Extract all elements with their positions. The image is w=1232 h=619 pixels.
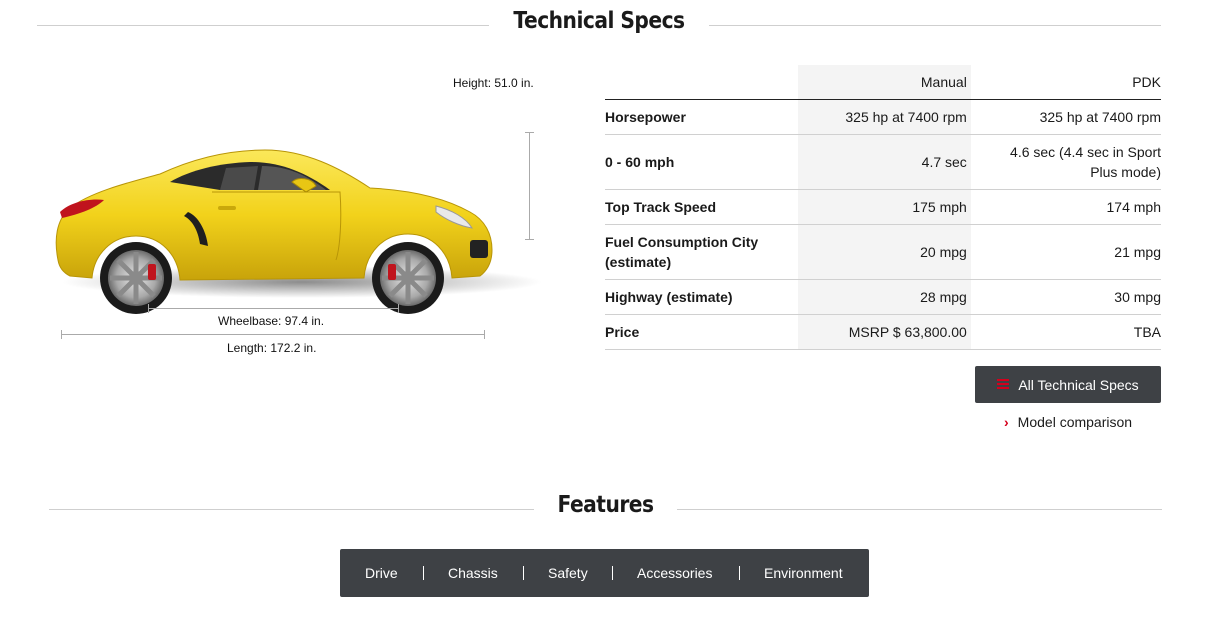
table-row: Top Track Speed 175 mph 174 mph	[605, 189, 1161, 225]
row-label: Price	[605, 314, 798, 350]
tab-drive[interactable]: Drive	[365, 549, 398, 597]
list-icon	[997, 379, 1010, 390]
pdk-value: 30 mpg	[970, 279, 1161, 315]
table-row: Highway (estimate) 28 mpg 30 mpg	[605, 279, 1161, 315]
table-row: 0 - 60 mph 4.7 sec 4.6 sec (4.4 sec in S…	[605, 134, 1161, 190]
features-title-rule-right	[677, 509, 1162, 510]
specs-header-label	[605, 65, 798, 100]
model-comparison-label: Model comparison	[1017, 414, 1133, 430]
table-row: Price MSRP $ 63,800.00 TBA	[605, 314, 1161, 350]
row-label: Fuel Consumption City (estimate)	[605, 224, 798, 280]
row-label: Horsepower	[605, 99, 798, 135]
wheelbase-line	[148, 308, 399, 309]
pdk-value: TBA	[970, 314, 1161, 350]
row-label: Top Track Speed	[605, 189, 798, 225]
all-technical-specs-label: All Technical Specs	[1018, 376, 1139, 393]
manual-value: 4.7 sec	[797, 134, 971, 190]
tab-divider	[523, 566, 524, 580]
column-header-pdk: PDK	[970, 65, 1161, 100]
tab-divider	[423, 566, 424, 580]
length-label: Length: 172.2 in.	[227, 341, 317, 355]
features-tab-bar: Drive Chassis Safety Accessories Environ…	[340, 549, 869, 597]
features-section-title: Features	[557, 492, 654, 518]
tab-divider	[612, 566, 613, 580]
specs-section-title: Technical Specs	[513, 8, 685, 34]
row-label: Highway (estimate)	[605, 279, 798, 315]
tab-environment[interactable]: Environment	[764, 549, 843, 597]
height-label: Height: 51.0 in.	[453, 76, 534, 90]
tab-divider	[739, 566, 740, 580]
rear-wheel	[100, 242, 172, 314]
manual-value: 325 hp at 7400 rpm	[797, 99, 971, 135]
specs-title-rule-left	[37, 25, 489, 26]
wheelbase-label: Wheelbase: 97.4 in.	[218, 314, 325, 328]
pdk-value: 4.6 sec (4.4 sec in Sport Plus mode)	[970, 134, 1161, 190]
column-header-manual: Manual	[797, 65, 971, 100]
manual-value: 175 mph	[797, 189, 971, 225]
specs-table: Manual PDK Horsepower 325 hp at 7400 rpm…	[605, 65, 1161, 350]
table-row: Fuel Consumption City (estimate) 20 mpg …	[605, 224, 1161, 280]
tab-safety[interactable]: Safety	[548, 549, 588, 597]
tab-chassis[interactable]: Chassis	[448, 549, 498, 597]
length-line	[61, 334, 485, 335]
all-technical-specs-button[interactable]: All Technical Specs	[975, 366, 1161, 403]
row-label: 0 - 60 mph	[605, 134, 798, 190]
tab-accessories[interactable]: Accessories	[637, 549, 712, 597]
manual-value: MSRP $ 63,800.00	[797, 314, 971, 350]
pdk-value: 325 hp at 7400 rpm	[970, 99, 1161, 135]
features-title-rule-left	[49, 509, 534, 510]
manual-value: 20 mpg	[797, 224, 971, 280]
pdk-value: 21 mpg	[970, 224, 1161, 280]
car-dimensions-figure: Height: 51.0 in. Wheelbase: 97.4 in. Len…	[40, 60, 560, 370]
chevron-right-icon: ›	[1004, 414, 1009, 430]
pdk-value: 174 mph	[970, 189, 1161, 225]
manual-value: 28 mpg	[797, 279, 971, 315]
table-row: Horsepower 325 hp at 7400 rpm 325 hp at …	[605, 99, 1161, 135]
model-comparison-link[interactable]: › Model comparison	[1004, 414, 1132, 430]
specs-title-rule-right	[709, 25, 1161, 26]
front-wheel	[372, 242, 444, 314]
